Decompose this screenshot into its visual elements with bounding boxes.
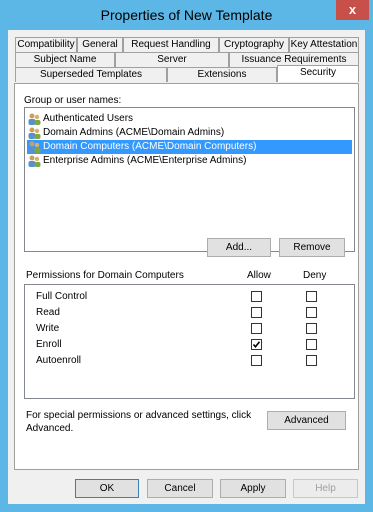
permission-name: Enroll bbox=[36, 339, 62, 350]
user-name: Domain Admins (ACME\Domain Admins) bbox=[43, 127, 225, 138]
help-button[interactable]: Help bbox=[293, 479, 358, 498]
tab-general[interactable]: General bbox=[77, 37, 123, 52]
advanced-button[interactable]: Advanced bbox=[267, 411, 346, 430]
permission-row-write: Write bbox=[25, 321, 354, 337]
permissions-list: Full Control Read Write Enroll Autoenrol… bbox=[24, 284, 355, 399]
special-permissions-text: For special permissions or advanced sett… bbox=[26, 410, 252, 421]
tab-server[interactable]: Server bbox=[115, 52, 229, 67]
allow-checkbox[interactable] bbox=[251, 339, 262, 350]
permission-row-read: Read bbox=[25, 305, 354, 321]
properties-dialog: Properties of New Template x Compatibili… bbox=[0, 0, 373, 512]
tab-superseded-templates[interactable]: Superseded Templates bbox=[15, 67, 167, 82]
deny-header: Deny bbox=[303, 270, 327, 281]
list-item-enterprise-admins[interactable]: Enterprise Admins (ACME\Enterprise Admin… bbox=[27, 154, 352, 168]
permission-name: Read bbox=[36, 307, 60, 318]
cancel-button[interactable]: Cancel bbox=[147, 479, 213, 498]
apply-button[interactable]: Apply bbox=[220, 479, 286, 498]
special-permissions-text-2: Advanced. bbox=[26, 423, 74, 434]
deny-checkbox[interactable] bbox=[306, 291, 317, 302]
tab-compatibility[interactable]: Compatibility bbox=[15, 37, 77, 52]
remove-button[interactable]: Remove bbox=[279, 238, 345, 257]
user-group-icon bbox=[27, 112, 41, 126]
user-name: Authenticated Users bbox=[43, 113, 134, 124]
user-group-icon bbox=[27, 126, 41, 140]
tab-extensions[interactable]: Extensions bbox=[167, 67, 277, 82]
deny-checkbox[interactable] bbox=[306, 355, 317, 366]
deny-checkbox[interactable] bbox=[306, 339, 317, 350]
close-button[interactable]: x bbox=[336, 0, 369, 20]
allow-header: Allow bbox=[247, 270, 271, 281]
permission-row-enroll: Enroll bbox=[25, 337, 354, 353]
list-item-domain-admins[interactable]: Domain Admins (ACME\Domain Admins) bbox=[27, 126, 352, 140]
list-item-authenticated-users[interactable]: Authenticated Users bbox=[27, 112, 352, 126]
user-name: Domain Computers (ACME\Domain Computers) bbox=[43, 141, 257, 152]
tab-cryptography[interactable]: Cryptography bbox=[219, 37, 289, 52]
window-title: Properties of New Template bbox=[100, 7, 273, 23]
ok-button[interactable]: OK bbox=[75, 479, 139, 498]
user-group-icon bbox=[27, 140, 41, 154]
allow-checkbox[interactable] bbox=[251, 323, 262, 334]
add-button[interactable]: Add... bbox=[207, 238, 271, 257]
deny-checkbox[interactable] bbox=[306, 307, 317, 318]
user-list[interactable]: Authenticated Users Domain Admins (ACME\… bbox=[24, 107, 355, 252]
permission-name: Autoenroll bbox=[36, 355, 82, 366]
group-names-label: Group or user names: bbox=[24, 95, 122, 106]
permission-row-autoenroll: Autoenroll bbox=[25, 353, 354, 369]
allow-checkbox[interactable] bbox=[251, 307, 262, 318]
permission-row-full-control: Full Control bbox=[25, 289, 354, 305]
permission-name: Write bbox=[36, 323, 60, 334]
deny-checkbox[interactable] bbox=[306, 323, 317, 334]
tab-security[interactable]: Security bbox=[277, 65, 359, 82]
tab-key-attestation[interactable]: Key Attestation bbox=[289, 37, 359, 52]
allow-checkbox[interactable] bbox=[251, 355, 262, 366]
permissions-label: Permissions for Domain Computers bbox=[26, 270, 184, 281]
title-bar[interactable]: Properties of New Template x bbox=[0, 0, 373, 30]
allow-checkbox[interactable] bbox=[251, 291, 262, 302]
tab-request-handling[interactable]: Request Handling bbox=[123, 37, 219, 52]
list-item-domain-computers[interactable]: Domain Computers (ACME\Domain Computers) bbox=[27, 140, 352, 154]
permission-name: Full Control bbox=[36, 291, 88, 302]
checkmark-icon bbox=[252, 341, 261, 349]
user-name: Enterprise Admins (ACME\Enterprise Admin… bbox=[43, 155, 247, 166]
dialog-body: Compatibility General Request Handling C… bbox=[8, 30, 365, 504]
tab-subject-name[interactable]: Subject Name bbox=[15, 52, 115, 67]
user-group-icon bbox=[27, 154, 41, 168]
